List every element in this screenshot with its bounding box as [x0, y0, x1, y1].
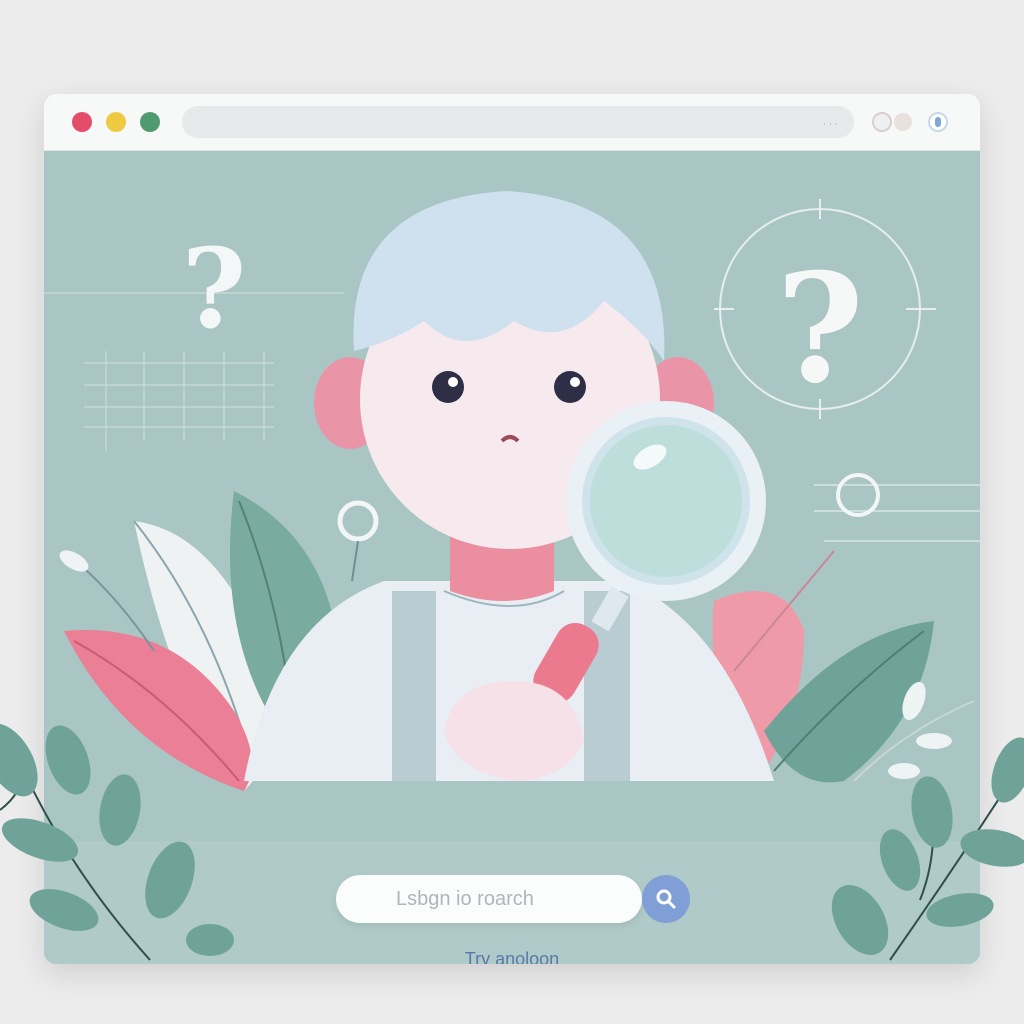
close-window-button[interactable] — [72, 112, 92, 132]
try-again-link[interactable]: Try anoloon — [44, 949, 980, 964]
search-button[interactable] — [642, 875, 690, 923]
decor-circle-right — [836, 473, 880, 517]
maximize-window-button[interactable] — [140, 112, 160, 132]
character — [244, 191, 774, 781]
browser-titlebar: ... — [44, 94, 980, 151]
address-bar[interactable]: ... — [182, 106, 854, 138]
not-found-illustration: ? ? — [44, 191, 980, 791]
minimize-window-button[interactable] — [106, 112, 126, 132]
decor-stem — [351, 540, 359, 582]
decor-circle-left — [337, 500, 379, 542]
question-mark-left: ? — [182, 224, 246, 353]
extension-icon[interactable] — [872, 112, 892, 132]
page-content: ? ? Lsbgn io roarch Try anoloon — [44, 151, 980, 964]
shield-icon[interactable] — [928, 112, 948, 132]
browser-window: ... ? ? Lsbgn io roarch Try anoloon — [44, 94, 980, 964]
search-footer: Try anoloon — [44, 841, 980, 964]
profile-icon[interactable] — [894, 113, 912, 131]
search-input[interactable] — [336, 875, 642, 923]
question-circle-right: ? — [714, 199, 936, 419]
question-mark-right: ? — [776, 241, 864, 417]
search-icon — [656, 889, 676, 909]
address-bar-menu[interactable]: ... — [823, 114, 840, 128]
